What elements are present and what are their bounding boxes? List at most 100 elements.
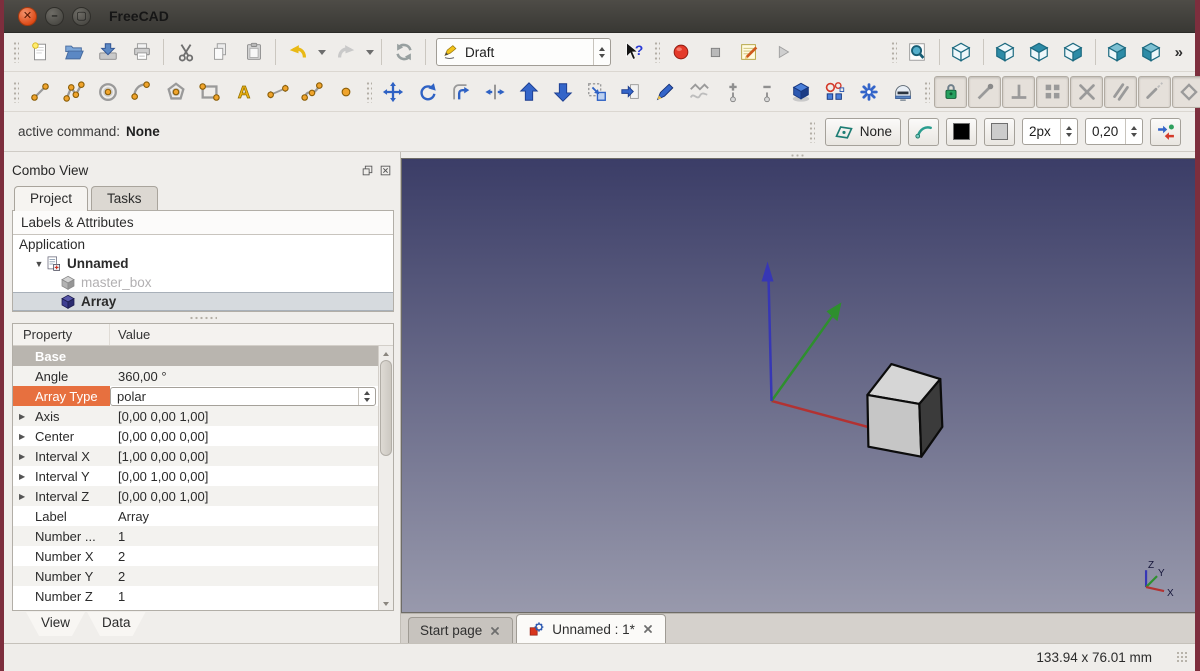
toolbar-drag-handle[interactable] bbox=[13, 81, 19, 103]
draft-offset-button[interactable] bbox=[444, 76, 477, 108]
scrollbar-thumb[interactable] bbox=[380, 360, 392, 456]
draft-add-point-button[interactable] bbox=[716, 76, 749, 108]
macro-stop-button[interactable] bbox=[698, 36, 731, 68]
snap-perpendicular-toggle[interactable] bbox=[1002, 76, 1035, 108]
toolbar-overflow-chevron[interactable]: » bbox=[1169, 44, 1189, 61]
property-name[interactable]: ▶Center bbox=[13, 426, 110, 446]
tree-item-master-box[interactable]: master_box bbox=[13, 273, 393, 292]
property-value[interactable]: 1 bbox=[110, 529, 378, 544]
property-value[interactable]: [0,00 0,00 1,00] bbox=[110, 489, 378, 504]
resize-grip[interactable] bbox=[1176, 651, 1189, 664]
macro-edit-button[interactable] bbox=[732, 36, 765, 68]
view-axonometric-button[interactable] bbox=[945, 36, 978, 68]
snap-endpoint-toggle[interactable] bbox=[968, 76, 1001, 108]
property-name[interactable]: ▶Axis bbox=[13, 406, 110, 426]
line-width-spinbox[interactable]: 2px bbox=[1022, 118, 1078, 145]
draft-shape2dview-button[interactable] bbox=[784, 76, 817, 108]
expander-icon[interactable]: ▶ bbox=[19, 412, 25, 421]
property-row-label[interactable]: LabelArray bbox=[13, 506, 378, 526]
snap-grid-toggle[interactable] bbox=[1036, 76, 1069, 108]
toolbar-drag-handle[interactable] bbox=[13, 41, 19, 63]
line-width-spinner[interactable] bbox=[1060, 119, 1077, 144]
combo-spinner[interactable] bbox=[593, 39, 610, 65]
view-right-button[interactable] bbox=[1057, 36, 1090, 68]
toolbar-drag-handle[interactable] bbox=[924, 81, 930, 103]
property-name[interactable]: Number X bbox=[13, 546, 110, 566]
snap-extension-toggle[interactable] bbox=[1138, 76, 1171, 108]
document-tab-start-page[interactable]: Start page bbox=[408, 617, 513, 643]
draft-scale-button[interactable] bbox=[580, 76, 613, 108]
property-name[interactable]: Number Z bbox=[13, 586, 110, 606]
property-value[interactable]: 360,00 ° bbox=[110, 369, 378, 384]
draft-clone-button[interactable] bbox=[852, 76, 885, 108]
expander-icon[interactable]: ▶ bbox=[19, 432, 25, 441]
draft-array-button[interactable] bbox=[818, 76, 851, 108]
property-row-array-type[interactable]: Array Typepolar bbox=[13, 386, 378, 406]
text-scale-spinbox[interactable]: 0,20 bbox=[1085, 118, 1143, 145]
property-row-interval-x[interactable]: ▶Interval X[1,00 0,00 0,00] bbox=[13, 446, 378, 466]
scroll-up-arrow[interactable] bbox=[379, 346, 393, 359]
property-row-axis[interactable]: ▶Axis[0,00 0,00 1,00] bbox=[13, 406, 378, 426]
property-row-center[interactable]: ▶Center[0,00 0,00 0,00] bbox=[13, 426, 378, 446]
property-value[interactable]: [0,00 1,00 0,00] bbox=[110, 469, 378, 484]
tab-close-icon[interactable] bbox=[489, 625, 501, 637]
draft-edit-button[interactable] bbox=[648, 76, 681, 108]
property-value[interactable]: [0,00 0,00 0,00] bbox=[110, 429, 378, 444]
window-close-button[interactable]: ✕ bbox=[18, 7, 37, 26]
property-value[interactable]: Array bbox=[110, 509, 378, 524]
draft-text-button[interactable]: A bbox=[227, 76, 260, 108]
view-rear-button[interactable] bbox=[1101, 36, 1134, 68]
draft-wire-to-bspline-button[interactable] bbox=[682, 76, 715, 108]
face-color-button[interactable] bbox=[984, 118, 1015, 146]
window-maximize-button[interactable]: ▢ bbox=[72, 7, 91, 26]
draft-point-button[interactable] bbox=[329, 76, 362, 108]
property-value[interactable]: 2 bbox=[110, 549, 378, 564]
snap-parallel-toggle[interactable] bbox=[1104, 76, 1137, 108]
window-minimize-button[interactable]: – bbox=[45, 7, 64, 26]
expander-icon[interactable]: ▶ bbox=[19, 492, 25, 501]
draft-bspline-button[interactable] bbox=[295, 76, 328, 108]
print-button[interactable] bbox=[125, 36, 158, 68]
combo-spinner[interactable] bbox=[358, 388, 375, 405]
macro-record-button[interactable] bbox=[664, 36, 697, 68]
tree-item-unnamed[interactable]: ▼Unnamed bbox=[13, 254, 393, 273]
property-scrollbar[interactable] bbox=[378, 346, 393, 610]
draft-upgrade-button[interactable] bbox=[512, 76, 545, 108]
property-value[interactable]: 1 bbox=[110, 589, 378, 604]
open-button[interactable] bbox=[57, 36, 90, 68]
property-value[interactable]: [1,00 0,00 0,00] bbox=[110, 449, 378, 464]
property-name[interactable]: ▶Interval Y bbox=[13, 466, 110, 486]
property-name[interactable]: ▶Interval X bbox=[13, 446, 110, 466]
draft-arc-button[interactable] bbox=[125, 76, 158, 108]
property-name[interactable]: Array Type bbox=[13, 386, 110, 406]
view-fit-all-button[interactable] bbox=[901, 36, 934, 68]
refresh-button[interactable] bbox=[387, 36, 420, 68]
undo-button[interactable] bbox=[281, 36, 314, 68]
draft-circle-button[interactable] bbox=[91, 76, 124, 108]
expander-icon[interactable]: ▶ bbox=[19, 452, 25, 461]
property-value[interactable]: [0,00 0,00 1,00] bbox=[110, 409, 378, 424]
view-top-button[interactable] bbox=[1023, 36, 1056, 68]
snap-special-toggle[interactable] bbox=[1172, 76, 1200, 108]
macro-play-button[interactable] bbox=[766, 36, 799, 68]
property-row-number[interactable]: Number ...1 bbox=[13, 526, 378, 546]
draft-wire-button[interactable] bbox=[57, 76, 90, 108]
toolbar-drag-handle[interactable] bbox=[654, 41, 660, 63]
property-row-number-z[interactable]: Number Z1 bbox=[13, 586, 378, 606]
tab-data[interactable]: Data bbox=[87, 612, 146, 636]
cube-object[interactable] bbox=[867, 364, 942, 457]
redo-button-dropdown-arrow[interactable] bbox=[363, 36, 376, 68]
expander-icon[interactable]: ▼ bbox=[33, 259, 45, 269]
snap-lock-toggle[interactable] bbox=[934, 76, 967, 108]
snap-intersection-toggle[interactable] bbox=[1070, 76, 1103, 108]
tab-project[interactable]: Project bbox=[14, 186, 88, 211]
panel-float-icon[interactable] bbox=[361, 164, 374, 177]
draft-heal-button[interactable] bbox=[886, 76, 919, 108]
redo-button[interactable] bbox=[329, 36, 362, 68]
line-color-button[interactable] bbox=[946, 118, 977, 146]
tree-item-array[interactable]: Array bbox=[13, 292, 393, 311]
property-name[interactable]: ▶Interval Z bbox=[13, 486, 110, 506]
property-row-interval-y[interactable]: ▶Interval Y[0,00 1,00 0,00] bbox=[13, 466, 378, 486]
construction-mode-button[interactable] bbox=[908, 118, 939, 146]
apply-color-button[interactable] bbox=[1150, 118, 1181, 146]
